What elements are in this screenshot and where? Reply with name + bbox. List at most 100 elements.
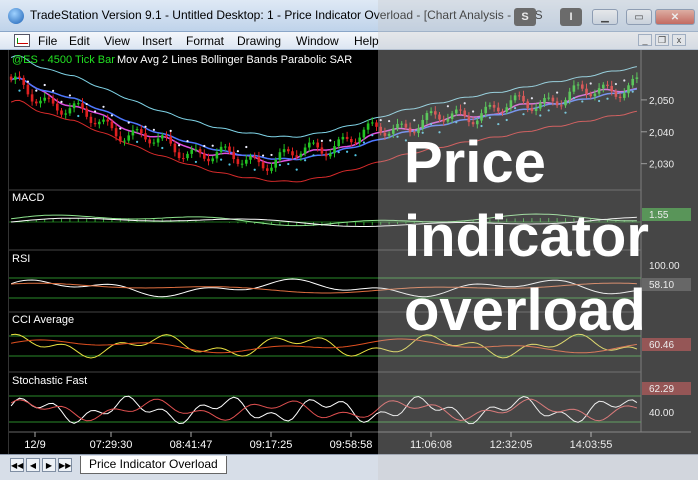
parabolic-sar-dot [455,121,458,124]
parabolic-sar-dot [52,89,55,92]
menu-view[interactable]: View [104,34,130,48]
price-bar-body [513,95,517,101]
tab-price-indicator-overload[interactable]: Price Indicator Overload [80,456,227,474]
price-bar-body [207,158,210,162]
parabolic-sar-dot [186,140,189,143]
price-bar-body [501,111,504,113]
time-axis-label: 12:32:05 [490,439,533,451]
parabolic-sar-dot [262,154,265,157]
price-bar-body [371,122,374,124]
parabolic-sar-dot [161,146,164,150]
parabolic-sar-dot [312,154,315,157]
last-tab-button[interactable]: ▶▶ [58,458,72,472]
time-axis-label: 07:29:30 [90,439,133,451]
next-tab-button[interactable]: ▶ [42,458,56,472]
parabolic-sar-dot [572,97,576,100]
menu-edit[interactable]: Edit [69,34,90,48]
price-bar-body [30,94,34,102]
price-bar-body [492,104,496,108]
mdi-restore-button[interactable]: ❐ [655,34,669,46]
studies-label: Mov Avg 2 Lines Bollinger Bands Paraboli… [117,54,352,66]
price-bar-body [131,130,135,136]
price-bar-body [320,147,324,154]
parabolic-sar-dot [547,109,550,112]
previous-tab-button[interactable]: ◀ [26,458,40,472]
workspace-tab-bar: ◀◀ ◀ ▶ ▶▶ Price Indicator Overload [0,454,698,480]
app-badge-s[interactable]: S [514,8,536,26]
price-bar-body [602,84,605,89]
price-bar-body [450,113,454,119]
price-bar-body [539,102,542,109]
minimize-button[interactable]: ▁ [592,9,618,25]
price-bar-body [396,123,399,129]
parabolic-sar-dot [346,150,349,153]
app-badge-i[interactable]: I [560,8,582,26]
menu-format[interactable]: Format [186,34,224,48]
price-bar-body [135,129,139,131]
price-bar-body [400,123,403,125]
mdi-minimize-button[interactable]: _ [638,34,652,46]
menu-drawing[interactable]: Drawing [237,34,281,48]
price-bar-body [551,97,555,102]
price-bar-body [345,136,349,139]
restore-button[interactable]: ▭ [626,9,652,25]
price-bar-body [77,103,80,105]
close-button[interactable]: ✕ [655,9,695,25]
price-bar-body [429,111,433,114]
menu-window[interactable]: Window [296,34,339,48]
price-bar-body [14,76,17,80]
price-bar-body [341,136,345,140]
parabolic-sar-dot [514,107,517,110]
price-bar-body [266,168,269,171]
price-bar-body [455,109,458,114]
price-bar-body [35,101,38,104]
window-titlebar[interactable]: TradeStation Version 9.1 - Untitled Desk… [0,0,698,32]
price-bar-body [316,142,319,148]
price-bar-body [295,155,298,157]
price-bar-body [249,156,252,160]
price-bar-body [68,108,72,114]
parabolic-sar-dot [413,119,416,122]
parabolic-sar-dot [203,144,206,148]
parabolic-sar-dot [539,114,542,117]
price-bar-body [618,96,622,98]
parabolic-sar-dot [530,97,534,100]
caption-line-2: indicator [404,204,649,269]
parabolic-sar-dot [35,89,38,92]
pane-label-macd: MACD [12,192,44,204]
price-bar-body [22,77,25,85]
price-bar-body [232,151,235,160]
price-bar-body [354,142,357,144]
price-bar-body [509,100,513,108]
price-bar-body [173,143,177,153]
price-bar-body [119,136,122,142]
parabolic-sar-dot [463,102,466,105]
parabolic-sar-dot [564,111,567,114]
price-bar-body [26,84,30,95]
chart-document-icon[interactable] [14,34,30,47]
parabolic-sar-dot [304,159,307,162]
parabolic-sar-dot [598,99,601,103]
first-tab-button[interactable]: ◀◀ [10,458,24,472]
price-bar-body [576,84,580,86]
price-bar-body [627,85,630,94]
menu-insert[interactable]: Insert [142,34,172,48]
menu-help[interactable]: Help [354,34,379,48]
price-bar-body [182,158,185,160]
price-bar-body [530,107,534,112]
price-bar-body [476,120,479,125]
parabolic-sar-dot [446,105,449,108]
parabolic-sar-dot [236,150,239,153]
menu-file[interactable]: File [38,34,57,48]
mdi-close-button[interactable]: x [672,34,686,46]
time-axis-label: 12/9 [24,439,45,451]
price-bar-body [257,156,261,163]
pane-label-cci: CCI Average [12,314,74,326]
parabolic-sar-dot [472,110,475,113]
price-bar-body [518,95,521,97]
price-bar-body [631,78,634,86]
parabolic-sar-dot [522,113,525,116]
price-bar-body [152,142,156,144]
price-bar-body [64,113,67,115]
price-bar-body [442,119,445,122]
